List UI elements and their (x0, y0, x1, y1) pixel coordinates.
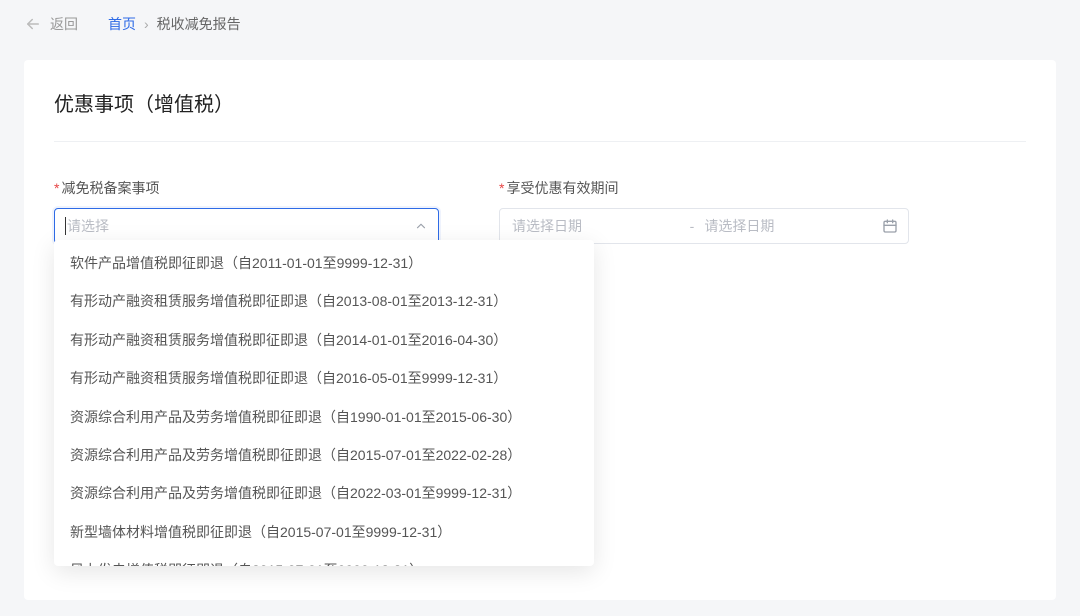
dropdown-option[interactable]: 有形动产融资租赁服务增值税即征即退（自2014-01-01至2016-04-30… (54, 321, 594, 359)
crumb-home[interactable]: 首页 (108, 14, 136, 34)
dropdown-option[interactable]: 软件产品增值税即征即退（自2011-01-01至9999-12-31） (54, 244, 594, 282)
topbar: 返回 首页 › 税收减免报告 (0, 0, 1080, 48)
field-label: *减免税备案事项 (54, 178, 439, 198)
field-valid-period: *享受优惠有效期间 请选择日期 - 请选择日期 (499, 178, 909, 244)
dropdown-panel: 软件产品增值税即征即退（自2011-01-01至9999-12-31）有形动产融… (54, 240, 594, 566)
date-range-picker[interactable]: 请选择日期 - 请选择日期 (499, 208, 909, 244)
end-date-placeholder: 请选择日期 (704, 216, 872, 236)
dropdown-option[interactable]: 有形动产融资租赁服务增值税即征即退（自2013-08-01至2013-12-31… (54, 282, 594, 320)
breadcrumb: 首页 › 税收减免报告 (108, 14, 241, 34)
label-text: 享受优惠有效期间 (506, 180, 618, 196)
arrow-left-icon (24, 15, 42, 33)
select-placeholder: 请选择 (67, 216, 109, 236)
crumb-current: 税收减免报告 (157, 14, 241, 34)
dropdown-option[interactable]: 资源综合利用产品及劳务增值税即征即退（自2015-07-01至2022-02-2… (54, 436, 594, 474)
chevron-up-icon (414, 219, 428, 233)
content-card: 优惠事项（增值税） *减免税备案事项 请选择 *享受优惠有效期间 请选择日期 -… (24, 60, 1056, 600)
select-exemption-item[interactable]: 请选择 (54, 208, 439, 244)
field-label: *享受优惠有效期间 (499, 178, 909, 198)
crumb-separator: › (144, 16, 149, 32)
form-row: *减免税备案事项 请选择 *享受优惠有效期间 请选择日期 - 请选择日期 (54, 178, 1026, 244)
dropdown-option[interactable]: 有形动产融资租赁服务增值税即征即退（自2016-05-01至9999-12-31… (54, 359, 594, 397)
dropdown-option[interactable]: 资源综合利用产品及劳务增值税即征即退（自1990-01-01至2015-06-3… (54, 398, 594, 436)
dropdown-option[interactable]: 资源综合利用产品及劳务增值税即征即退（自2022-03-01至9999-12-3… (54, 474, 594, 512)
field-exemption-item: *减免税备案事项 请选择 (54, 178, 439, 244)
start-date-placeholder: 请选择日期 (512, 216, 680, 236)
label-text: 减免税备案事项 (61, 180, 159, 196)
range-separator: - (690, 218, 695, 234)
dropdown-option[interactable]: 风力发电增值税即征即退（自2015-07-01至9999-12-31） (54, 551, 594, 566)
back-label: 返回 (50, 14, 78, 34)
dropdown-option[interactable]: 新型墙体材料增值税即征即退（自2015-07-01至9999-12-31） (54, 513, 594, 551)
required-mark: * (499, 180, 504, 196)
page-title: 优惠事项（增值税） (54, 88, 1026, 142)
back-button[interactable]: 返回 (24, 14, 78, 34)
calendar-icon (882, 218, 898, 234)
required-mark: * (54, 180, 59, 196)
